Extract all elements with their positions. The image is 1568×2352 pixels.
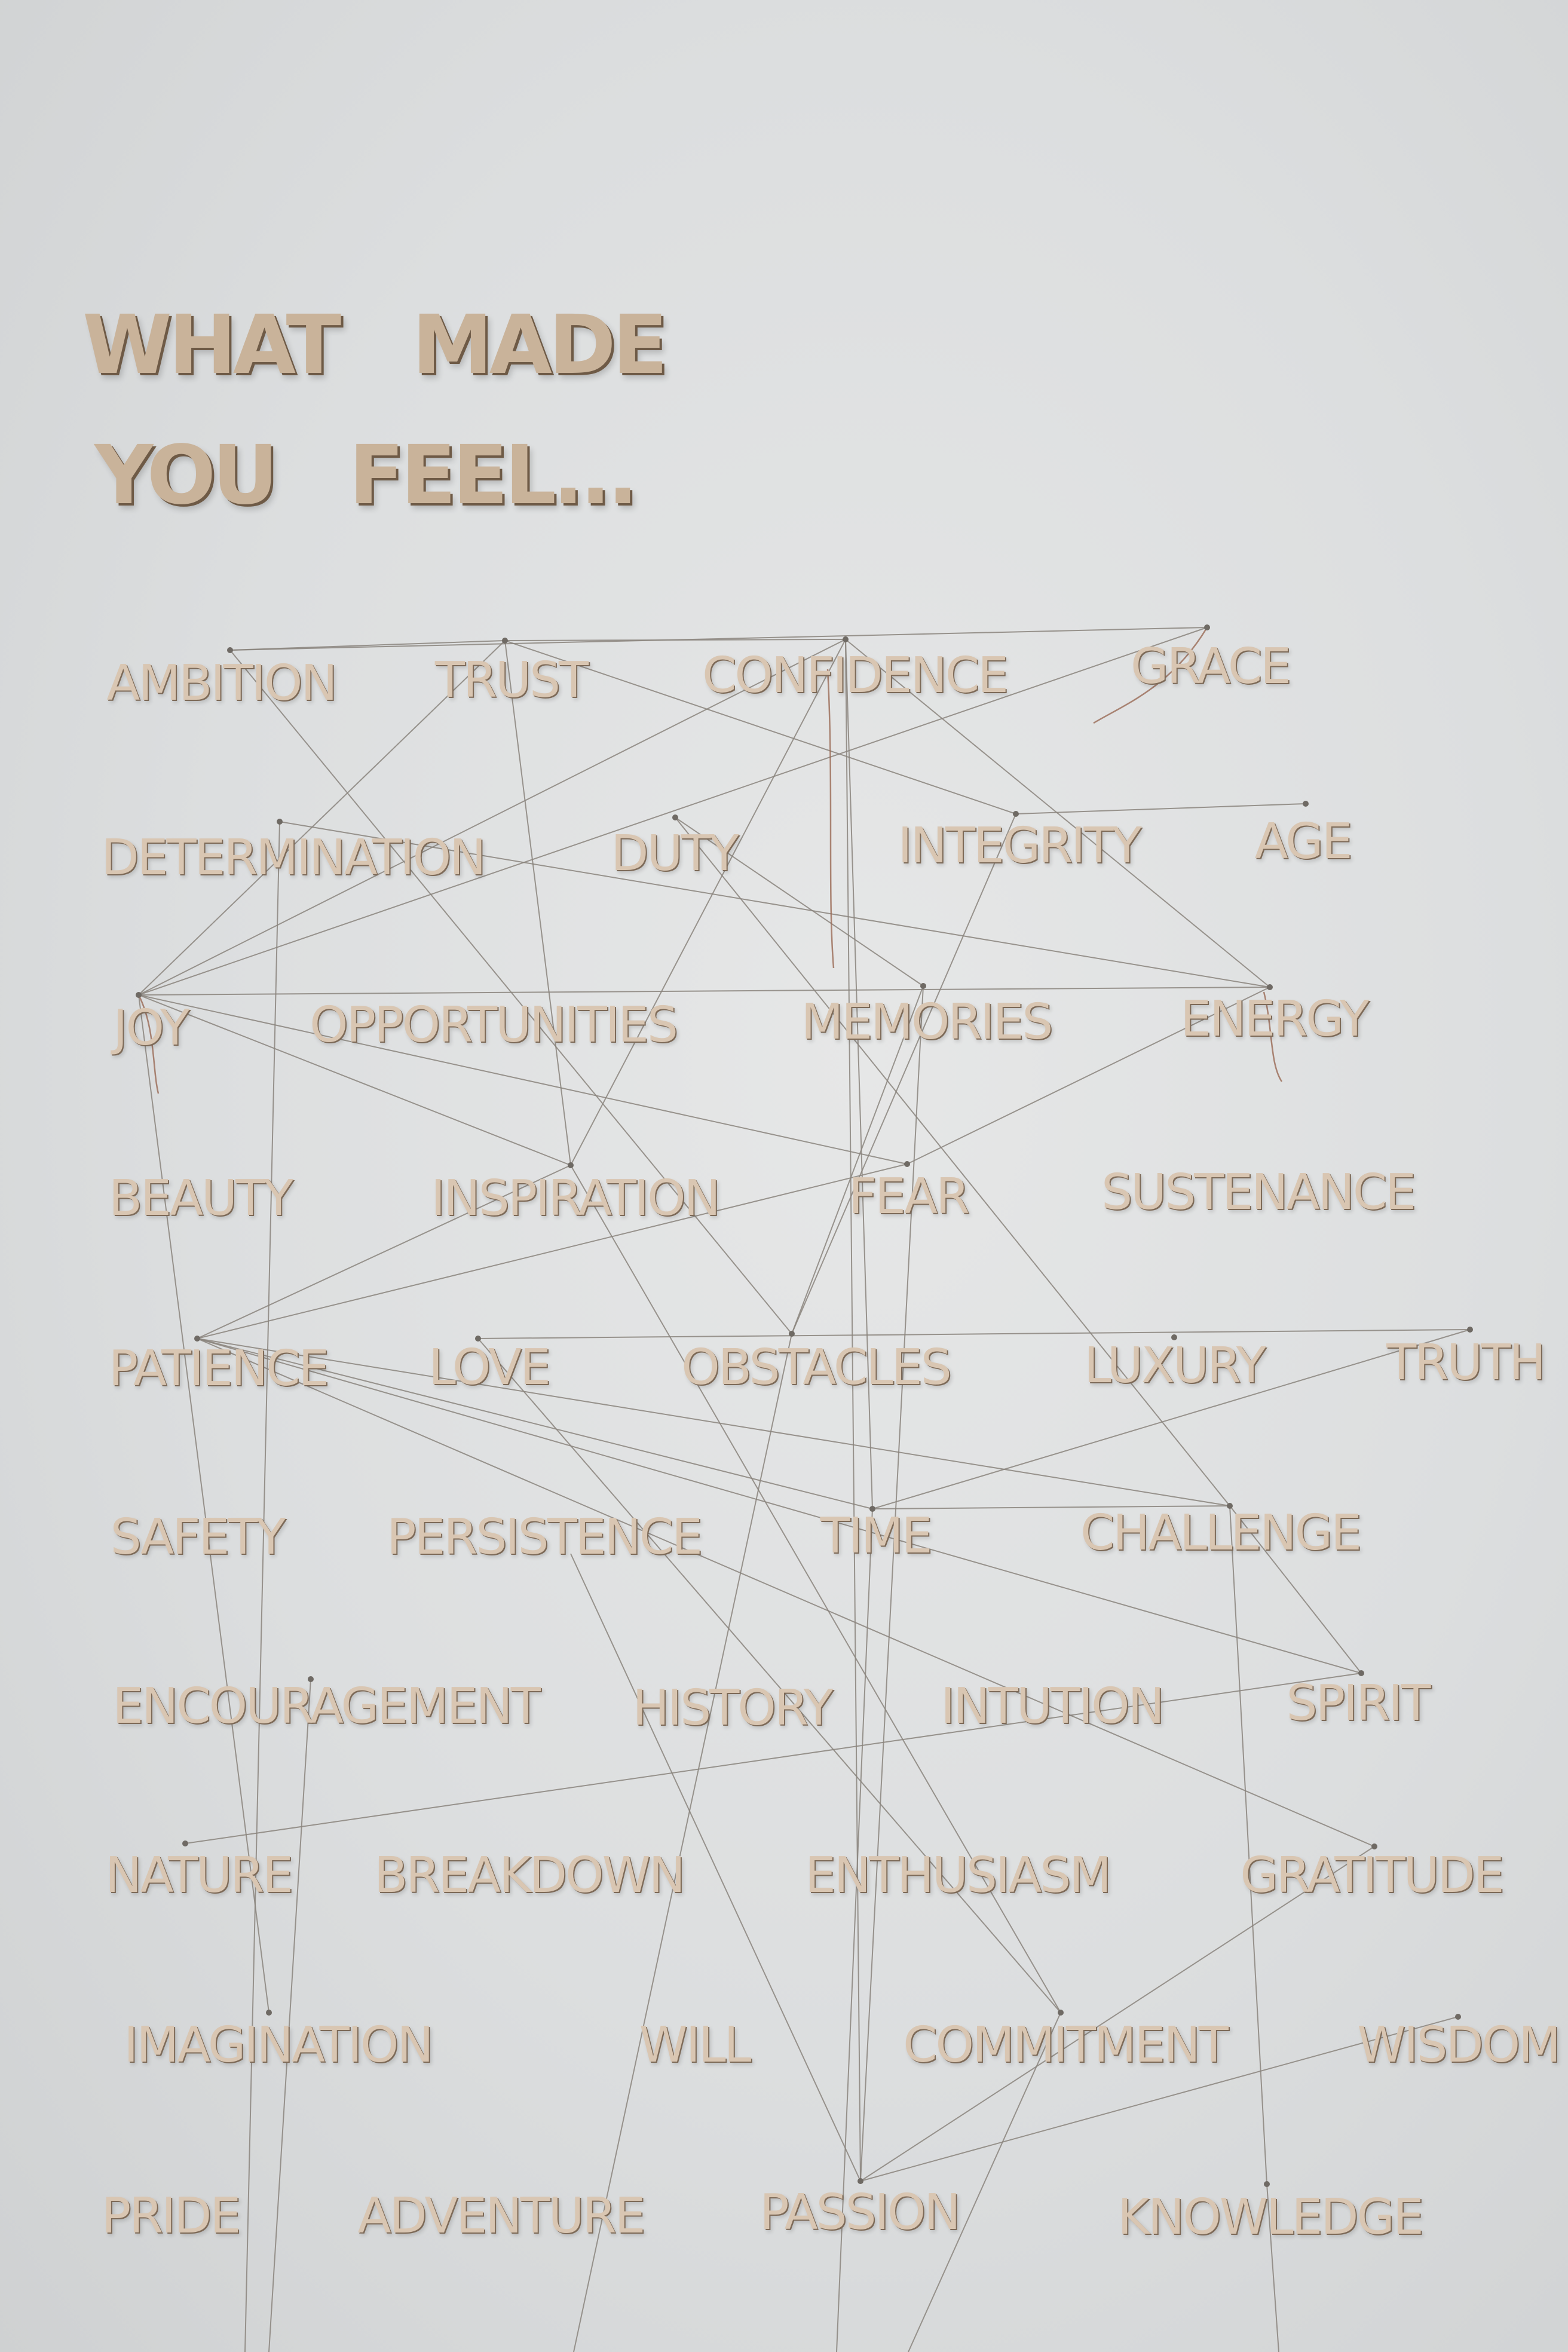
string-line: [138, 987, 1270, 996]
pin-dot: [568, 1162, 574, 1168]
word-love: LOVE: [428, 1339, 551, 1396]
string-line: [197, 1338, 1375, 1847]
word-wall: WHAT MADE YOU FEEL... AMBITION TRUST CON…: [0, 0, 1568, 2352]
word-integrity: INTEGRITY: [898, 817, 1141, 874]
word-encouragement: ENCOURAGEMENT: [112, 1678, 541, 1735]
string-line: [268, 1679, 311, 2352]
heading-line-2: YOU FEEL...: [94, 428, 638, 523]
word-safety: SAFETY: [110, 1509, 286, 1566]
pin-dot: [502, 638, 508, 644]
string-line: [675, 817, 1230, 1506]
word-grace: GRACE: [1131, 638, 1291, 695]
pin-dot: [1058, 2010, 1064, 2016]
string-line: [229, 640, 506, 651]
pin-dot: [843, 636, 849, 642]
word-inspiration: INSPIRATION: [431, 1170, 721, 1227]
pin-dot: [1467, 1327, 1473, 1333]
word-memories: MEMORIES: [801, 994, 1054, 1051]
string-line: [860, 985, 924, 2182]
word-wisdom: WISDOM: [1357, 2017, 1561, 2074]
word-obstacles: OBSTACLES: [681, 1339, 952, 1396]
pin-dot: [1303, 801, 1309, 807]
string-line: [791, 813, 1016, 1334]
pin-dot: [1264, 2181, 1270, 2187]
pin-dot: [1267, 984, 1273, 990]
pin-dot: [227, 647, 233, 653]
word-intution: INTUTION: [941, 1678, 1165, 1735]
word-breakdown: BREAKDOWN: [373, 1847, 685, 1904]
string-line: [845, 639, 861, 2182]
word-joy: JOY: [113, 1000, 189, 1056]
word-opportunities: OPPORTUNITIES: [310, 997, 678, 1054]
pin-dot: [672, 814, 678, 820]
string-line: [1229, 1505, 1267, 2185]
word-will: WILL: [639, 2017, 752, 2074]
string-line: [504, 639, 846, 641]
pin-dot: [136, 992, 142, 998]
word-imagination: IMAGINATION: [124, 2017, 434, 2074]
word-duty: DUTY: [611, 825, 739, 882]
pin-dot: [266, 2010, 272, 2016]
word-knowledge: KNOWLEDGE: [1117, 2189, 1424, 2246]
pin-dot: [858, 2178, 863, 2184]
word-ambition: AMBITION: [106, 655, 337, 712]
heading-line-1: WHAT MADE: [82, 298, 668, 393]
string-line: [1015, 803, 1306, 814]
word-nature: NATURE: [105, 1847, 293, 1904]
pin-dot: [1013, 811, 1019, 817]
word-enthusiasm: ENTHUSIASM: [804, 1847, 1111, 1904]
string-line: [229, 650, 792, 1334]
word-adventure: ADVENTURE: [357, 2188, 646, 2244]
word-trust: TRUST: [434, 652, 589, 709]
word-truth: TRUTH: [1386, 1334, 1546, 1391]
word-energy: ENERGY: [1180, 991, 1369, 1048]
word-age: AGE: [1254, 813, 1352, 870]
pin-dot: [1204, 624, 1210, 630]
loose-string: [826, 669, 835, 969]
word-history: HISTORY: [632, 1680, 833, 1737]
pin-dot: [789, 1331, 795, 1337]
word-spirit: SPIRIT: [1286, 1675, 1431, 1732]
string-line: [477, 1329, 1471, 1339]
string-line: [504, 640, 571, 1166]
word-confidence: CONFIDENCE: [702, 647, 1009, 704]
word-persistence: PERSISTENCE: [387, 1509, 703, 1566]
pin-dot: [277, 819, 283, 825]
word-challenge: CHALLENGE: [1080, 1505, 1362, 1561]
word-commitment: COMMITMENT: [903, 2017, 1229, 2074]
word-gratitude: GRATITUDE: [1240, 1847, 1504, 1904]
word-pride: PRIDE: [101, 2188, 241, 2244]
word-sustenance: SUSTENANCE: [1101, 1164, 1416, 1221]
pin-dot: [920, 983, 926, 989]
string-line: [477, 1338, 1061, 2013]
pin-dot: [182, 1840, 188, 1846]
word-time: TIME: [820, 1508, 933, 1564]
word-passion: PASSION: [760, 2184, 960, 2241]
word-beauty: BEAUTY: [108, 1170, 293, 1227]
word-luxury: LUXURY: [1084, 1337, 1266, 1394]
string-line: [244, 821, 280, 2352]
word-determination: DETERMINATION: [101, 829, 486, 886]
word-fear: FEAR: [848, 1168, 970, 1225]
word-patience: PATIENCE: [108, 1340, 329, 1397]
pin-dot: [904, 1161, 910, 1167]
string-line: [570, 639, 846, 1166]
